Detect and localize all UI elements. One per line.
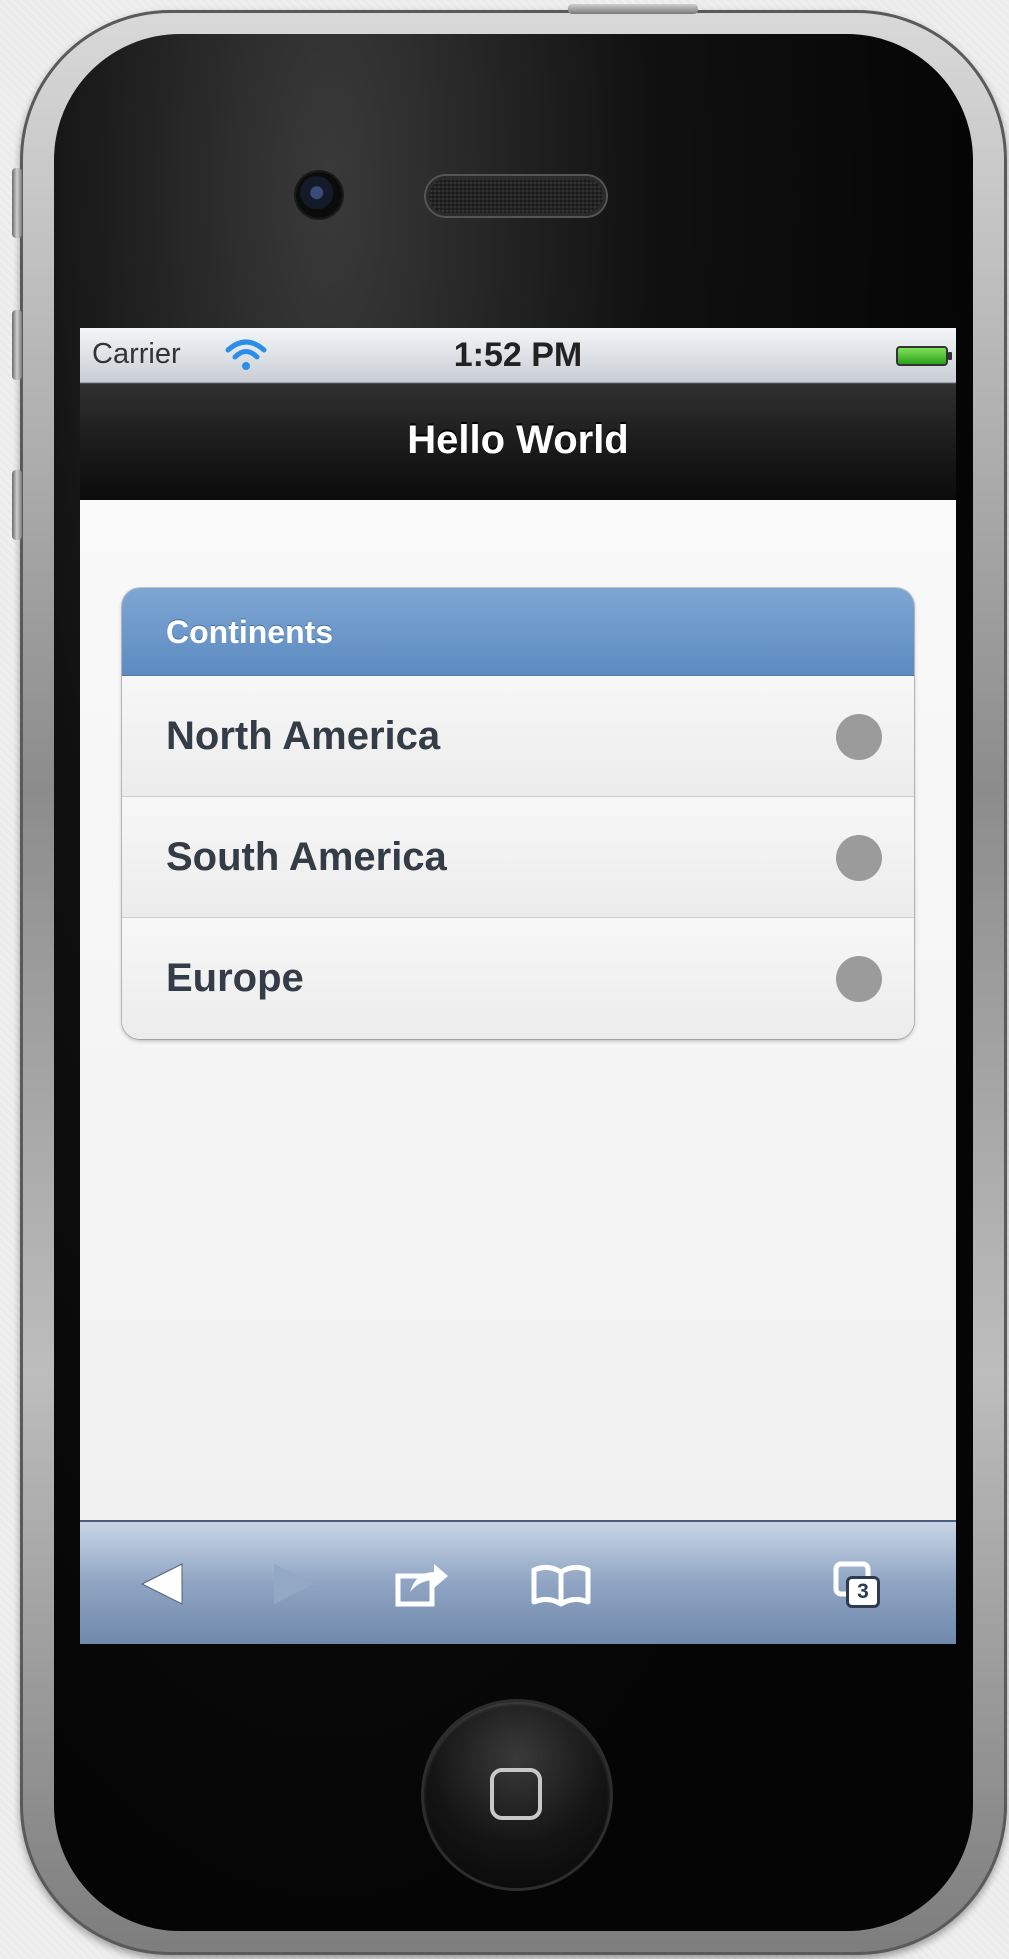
forward-button[interactable]: [256, 1552, 326, 1616]
tabs-count: 3: [846, 1576, 880, 1608]
home-button[interactable]: [424, 1702, 610, 1888]
forward-arrow-icon: [274, 1564, 314, 1604]
battery-icon: [896, 346, 948, 366]
bookmarks-icon: [531, 1564, 591, 1607]
mute-switch: [12, 168, 22, 238]
battery-tip: [948, 352, 952, 360]
earpiece-speaker: [426, 176, 606, 216]
page-title: Hello World: [407, 418, 629, 462]
list-item-label: Europe: [166, 956, 304, 1000]
simulator-background: Carrier 1:52 PM Hello World Continents N…: [0, 0, 1009, 1959]
back-arrow-icon: [140, 1563, 183, 1605]
list-item-label: South America: [166, 835, 447, 879]
header-bar: Hello World: [80, 383, 956, 501]
status-time: 1:52 PM: [453, 336, 583, 374]
status-bar: Carrier 1:52 PM: [80, 328, 956, 383]
tabs-button[interactable]: 3: [826, 1552, 896, 1616]
list-item-label: North America: [166, 714, 441, 758]
continents-list: Continents North America South America E…: [122, 588, 914, 1039]
list-divider: Continents: [122, 588, 914, 676]
volume-down-button: [12, 470, 22, 540]
dot-icon: [836, 714, 882, 760]
camera-icon: [296, 172, 342, 218]
share-button[interactable]: [386, 1552, 456, 1616]
list-item-europe[interactable]: Europe: [122, 918, 914, 1039]
dot-icon: [836, 835, 882, 881]
browser-toolbar: 3: [80, 1520, 956, 1644]
back-button[interactable]: [130, 1552, 200, 1616]
home-square-icon: [490, 1768, 542, 1820]
page-content: Continents North America South America E…: [80, 500, 956, 1520]
volume-up-button: [12, 310, 22, 380]
list-item-north-america[interactable]: North America: [122, 676, 914, 797]
bookmarks-button[interactable]: [526, 1552, 596, 1616]
share-icon: [395, 1564, 448, 1607]
list-item-south-america[interactable]: South America: [122, 797, 914, 918]
screen: Carrier 1:52 PM Hello World Continents N…: [80, 328, 956, 1644]
dot-icon: [836, 956, 882, 1002]
power-button: [568, 4, 698, 14]
